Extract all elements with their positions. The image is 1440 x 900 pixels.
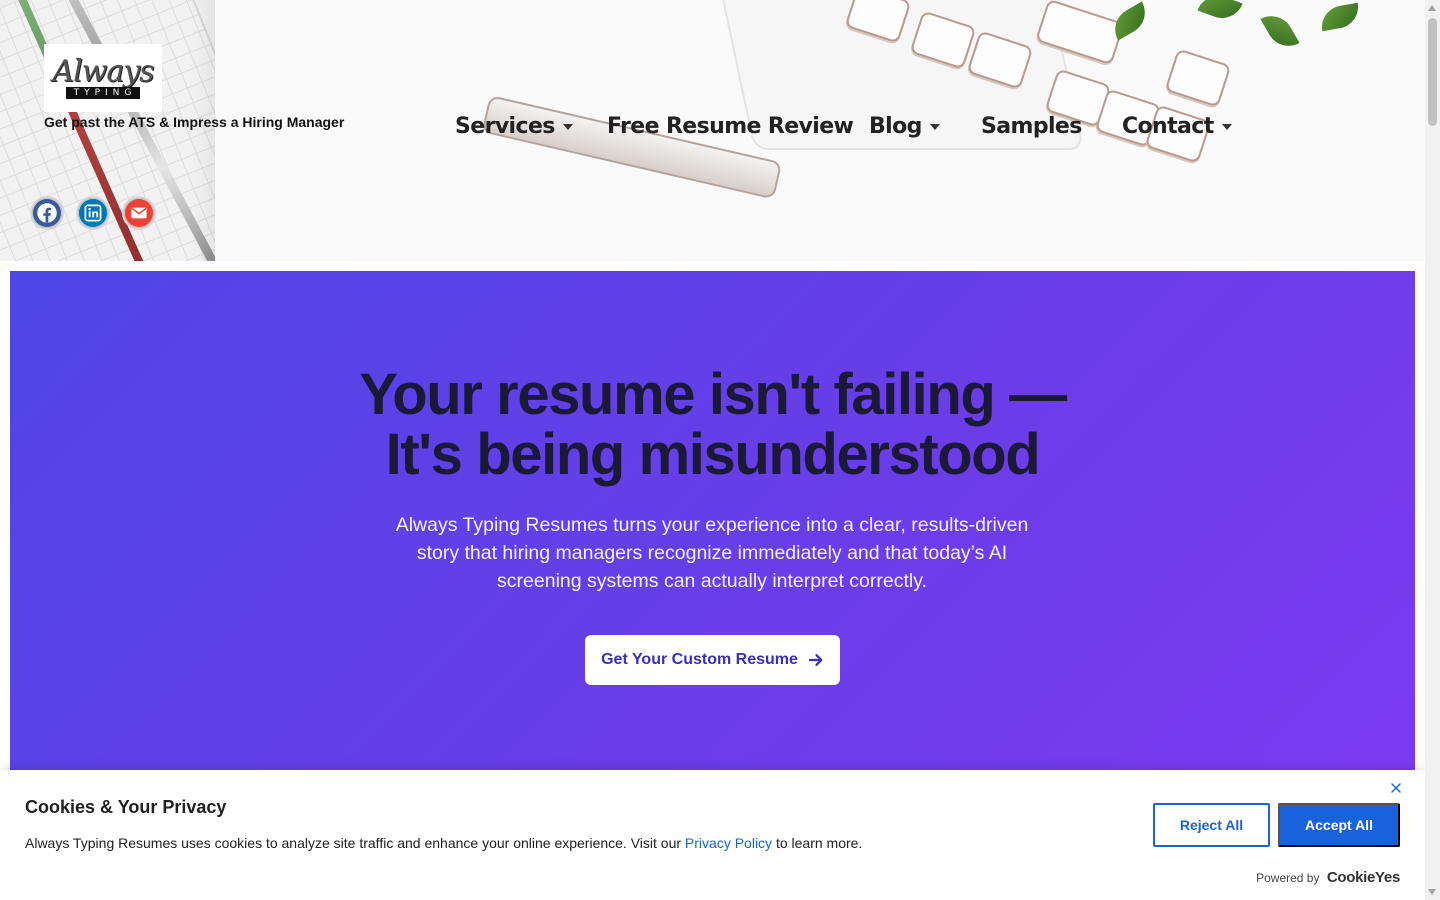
cookie-text-after-link: to learn more. xyxy=(772,835,863,851)
arrow-right-icon xyxy=(808,654,823,666)
cookieyes-logo: CookieYes xyxy=(1326,869,1400,886)
get-custom-resume-button[interactable]: Get Your Custom Resume xyxy=(585,635,840,685)
caret-down-icon xyxy=(929,123,940,130)
cookie-text-before-link: Always Typing Resumes uses cookies to an… xyxy=(25,835,685,851)
facebook-icon xyxy=(37,203,57,223)
envelope-icon xyxy=(131,207,147,219)
nav-blog-label: Blog xyxy=(869,114,922,139)
hero-title-line-1: Your resume isn't failing — xyxy=(359,362,1067,427)
linkedin-icon xyxy=(84,204,102,222)
page-scrollbar[interactable] xyxy=(1425,0,1440,900)
powered-by-label: Powered by xyxy=(1256,871,1320,885)
cookie-banner-title: Cookies & Your Privacy xyxy=(25,797,227,817)
cta-label: Get Your Custom Resume xyxy=(601,651,798,668)
nav-free-resume-review[interactable]: Free Resume Review xyxy=(607,114,854,139)
nav-samples-label: Samples xyxy=(981,114,1082,139)
linkedin-link[interactable] xyxy=(76,196,110,230)
scrollbar-thumb[interactable] xyxy=(1428,18,1437,126)
cookie-banner-text: Always Typing Resumes uses cookies to an… xyxy=(25,835,862,851)
scroll-up-arrow-icon[interactable] xyxy=(1428,5,1436,11)
logo-script-text: Always xyxy=(52,54,154,89)
nav-contact-label: Contact xyxy=(1122,114,1214,139)
caret-down-icon xyxy=(1221,123,1232,130)
hero-subtitle: Always Typing Resumes turns your experie… xyxy=(395,514,1029,592)
nav-blog[interactable]: Blog xyxy=(869,114,940,139)
cookie-consent-banner: Cookies & Your Privacy Always Typing Res… xyxy=(0,770,1425,900)
site-header: Always TYPING Get past the ATS & Impress… xyxy=(0,0,1425,261)
accept-all-button[interactable]: Accept All xyxy=(1278,803,1400,847)
reject-all-button[interactable]: Reject All xyxy=(1153,803,1270,847)
hero-title: Your resume isn't failing — It's being m… xyxy=(10,365,1415,485)
email-link[interactable] xyxy=(122,196,156,230)
scroll-down-arrow-icon[interactable] xyxy=(1428,889,1436,895)
site-logo[interactable]: Always TYPING xyxy=(44,44,162,112)
close-icon[interactable] xyxy=(1388,780,1404,796)
nav-contact[interactable]: Contact xyxy=(1122,114,1232,139)
hero-title-line-2: It's being misunderstood xyxy=(385,422,1041,487)
nav-services[interactable]: Services xyxy=(455,114,573,139)
privacy-policy-link[interactable]: Privacy Policy xyxy=(685,835,772,851)
facebook-link[interactable] xyxy=(30,196,64,230)
logo-strip-text: TYPING xyxy=(65,87,141,99)
nav-free-resume-review-label: Free Resume Review xyxy=(607,114,854,139)
cookie-powered-by: Powered by CookieYes xyxy=(1256,869,1400,886)
site-tagline: Get past the ATS & Impress a Hiring Mana… xyxy=(44,114,345,130)
nav-services-label: Services xyxy=(455,114,555,139)
caret-down-icon xyxy=(562,123,573,130)
nav-samples[interactable]: Samples xyxy=(981,114,1082,139)
